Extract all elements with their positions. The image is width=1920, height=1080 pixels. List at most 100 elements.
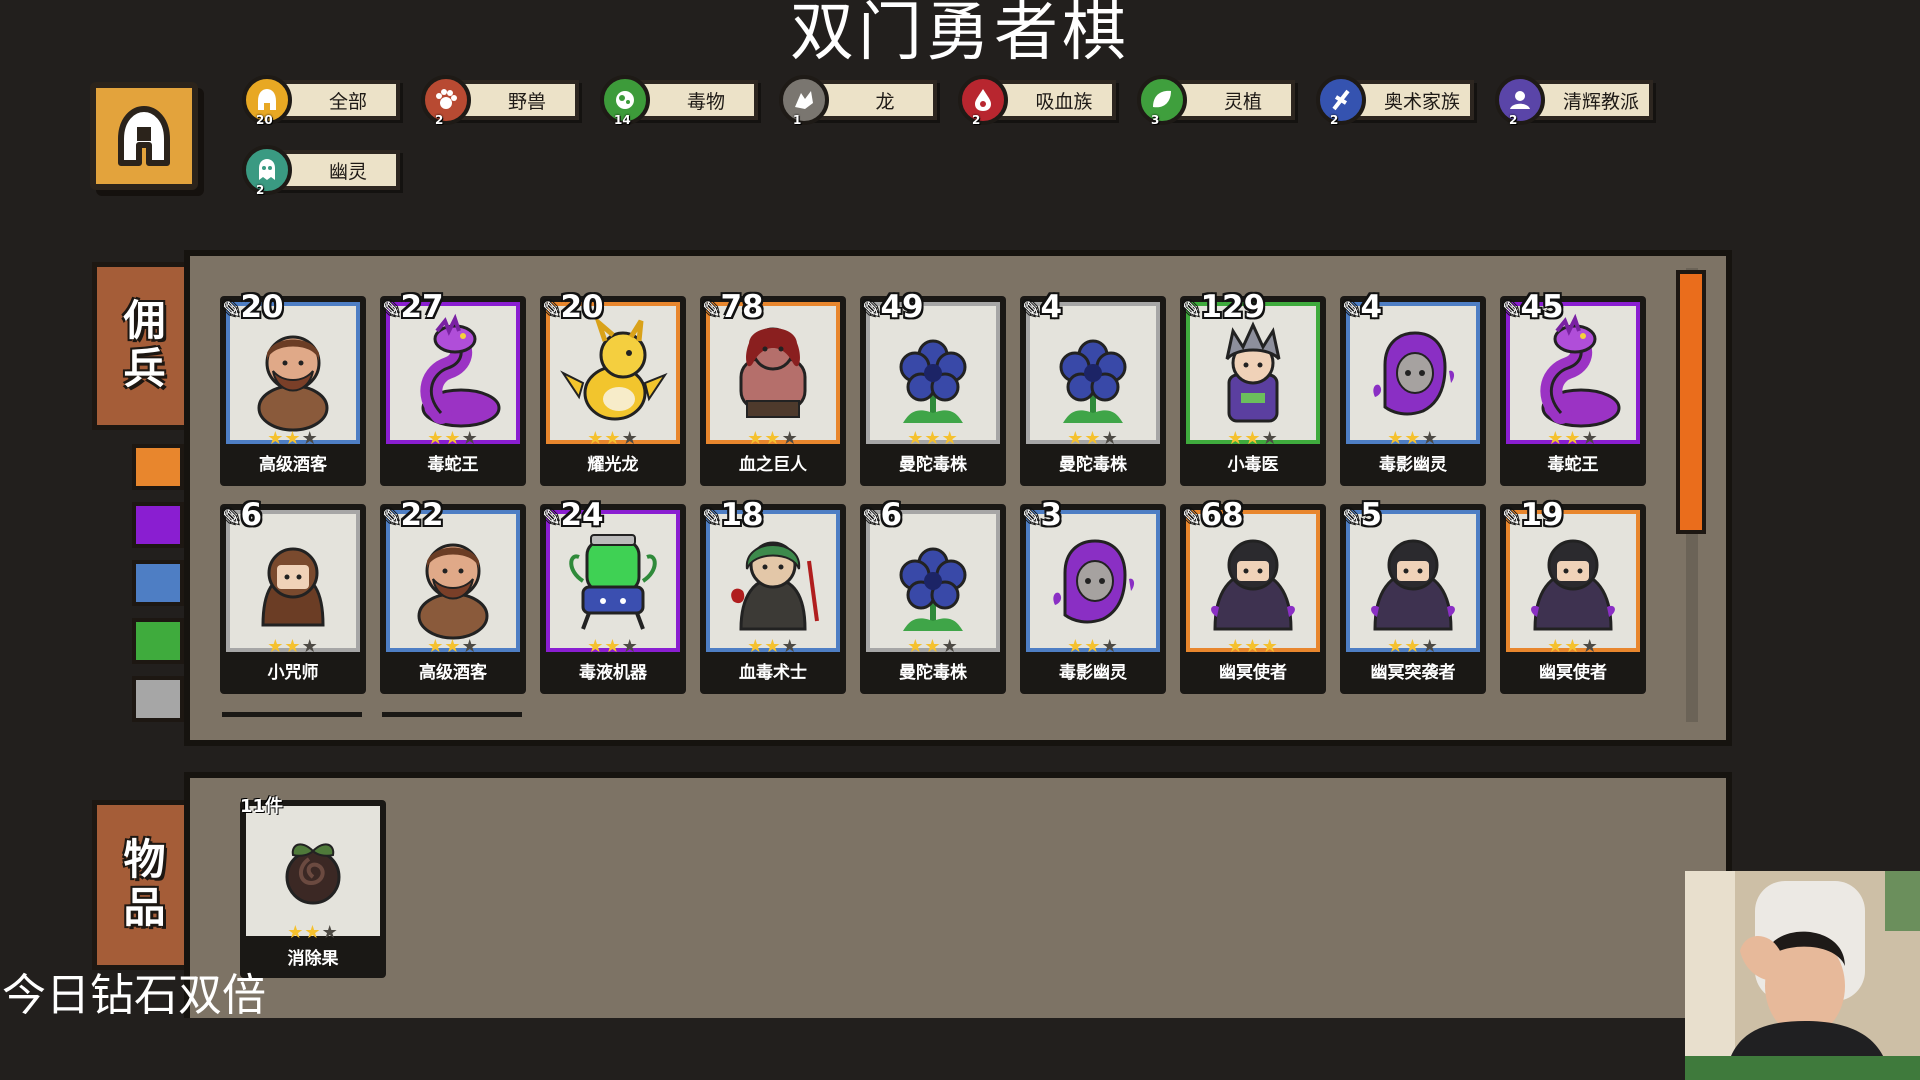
mercenary-card[interactable]: ✎20 ★★★ 高级酒客 [220,290,366,486]
card-name: 曼陀毒株 [899,455,967,475]
star-icon: ★ [587,428,605,449]
star-icon: ★ [1244,636,1262,657]
card-stars: ★★★ [220,638,366,656]
mercenary-card[interactable]: ✎45 ★★★ 毒蛇王 [1500,290,1646,486]
star-icon: ★ [284,636,302,657]
feather-icon: ✎ [542,506,561,531]
star-icon: ★ [444,428,462,449]
filter-chip[interactable]: 龙1 [779,75,937,127]
card-name: 曼陀毒株 [1059,455,1127,475]
card-stars: ★★★ [700,638,846,656]
filter-chip[interactable]: 幽灵 2 [242,145,400,197]
mercenary-card[interactable]: ✎20 ★★★ 耀光龙 [540,290,686,486]
card-cost-value: 5 [1360,497,1383,533]
star-icon: ★ [427,428,445,449]
filter-chip-count: 2 [1509,113,1518,127]
star-icon: ★ [747,428,765,449]
filter-chip[interactable]: 全部 20 [242,75,400,127]
dragon-icon [779,75,829,125]
rarity-tab[interactable] [132,502,184,548]
card-cost-value: 129 [1200,289,1266,325]
filter-chip[interactable]: 灵植 3 [1137,75,1295,127]
mercenary-card[interactable]: ✎78 ★★★ 血之巨人 [700,290,846,486]
filter-chip[interactable]: 野兽 2 [421,75,579,127]
rarity-tab[interactable] [132,560,184,606]
star-icon: ★ [1067,428,1085,449]
filter-chip[interactable]: 奥术家族 2 [1316,75,1474,127]
helmet-menu-button[interactable] [90,82,198,190]
filter-chip-count: 1 [793,113,802,127]
feather-icon: ✎ [702,506,721,531]
item-count: 11件 [240,796,284,817]
mercenary-card[interactable]: ✎27 ★★★ 毒蛇王 [380,290,526,486]
filter-chip[interactable]: 吸血族 2 [958,75,1116,127]
star-icon: ★ [621,636,639,657]
star-icon: ★ [1404,636,1422,657]
rarity-tab[interactable] [132,444,184,490]
star-icon: ★ [1581,636,1599,657]
star-icon: ★ [1547,636,1565,657]
card-cost-value: 68 [1200,497,1244,533]
star-icon: ★ [1404,428,1422,449]
rarity-tab[interactable] [132,618,184,664]
filter-chip-count: 14 [614,113,631,127]
card-name: 曼陀毒株 [899,663,967,683]
star-icon: ★ [747,636,765,657]
feather-icon: ✎ [382,506,401,531]
mercenary-card[interactable]: ✎4 ★★★ 毒影幽灵 [1340,290,1486,486]
mercenary-card[interactable]: ✎22 ★★★ 高级酒客 [380,498,526,694]
mercenary-card[interactable]: ✎18 ★★★ 血毒术士 [700,498,846,694]
filter-chip-count: 2 [972,113,981,127]
card-cost: ✎24 [542,498,604,536]
star-icon: ★ [1227,428,1245,449]
mercenary-card[interactable]: ✎5 ★★★ 幽冥突袭者 [1340,498,1486,694]
items-tab[interactable]: 物品 [92,800,190,970]
card-name: 幽冥使者 [1539,663,1607,683]
card-name: 毒蛇王 [1547,455,1599,475]
star-icon: ★ [1261,636,1279,657]
feather-icon: ✎ [222,506,241,531]
scrollbar-thumb[interactable] [1676,270,1706,534]
cult-icon [1495,75,1545,125]
card-cost-value: 3 [1040,497,1063,533]
card-cost-value: 4 [1040,289,1063,325]
card-name: 幽冥突袭者 [1370,663,1456,683]
mercenary-card[interactable]: ✎19 ★★★ 幽冥使者 [1500,498,1646,694]
mercenary-card[interactable]: ✎3 ★★★ 毒影幽灵 [1020,498,1166,694]
mercenary-card[interactable]: ✎68 ★★★ 幽冥使者 [1180,498,1326,694]
card-cost: ✎68 [1182,498,1244,536]
star-icon: ★ [587,636,605,657]
star-icon: ★ [461,428,479,449]
mercenary-card[interactable]: ✎6 ★★★ 曼陀毒株 [860,498,1006,694]
mercenary-card[interactable]: ✎6 ★★★ 小咒师 [220,498,366,694]
mercenary-card[interactable]: ✎24 ★★★ 毒液机器 [540,498,686,694]
card-cost: ✎129 [1182,290,1265,328]
card-stars: ★★★ [1500,638,1646,656]
star-icon: ★ [1101,428,1119,449]
mercenary-card[interactable]: ✎4 ★★★ 曼陀毒株 [1020,290,1166,486]
item-card[interactable]: ★★★ 消除果 [240,800,386,978]
card-cost-value: 6 [880,497,903,533]
star-icon: ★ [1244,428,1262,449]
star-icon: ★ [427,636,445,657]
mercenary-card[interactable]: ✎129 ★★★ 小毒医 [1180,290,1326,486]
star-icon: ★ [321,922,339,943]
star-icon: ★ [267,428,285,449]
star-icon: ★ [461,636,479,657]
card-name: 高级酒客 [259,455,327,475]
rarity-tab[interactable] [132,676,184,722]
card-cost-value: 4 [1360,289,1383,325]
mercenary-card[interactable]: ✎49 ★★★ 曼陀毒株 [860,290,1006,486]
star-icon: ★ [764,636,782,657]
card-cost-value: 45 [1520,289,1564,325]
card-stars: ★★★ [860,430,1006,448]
card-cost-value: 24 [560,497,604,533]
filter-chip[interactable]: 毒物 14 [600,75,758,127]
feather-icon: ✎ [1022,298,1041,323]
feather-icon: ✎ [542,298,561,323]
card-name: 消除果 [287,949,339,969]
feather-icon: ✎ [222,298,241,323]
star-icon: ★ [1084,636,1102,657]
filter-chip[interactable]: 清辉教派 2 [1495,75,1653,127]
mercenary-tab[interactable]: 佣兵 [92,262,190,430]
